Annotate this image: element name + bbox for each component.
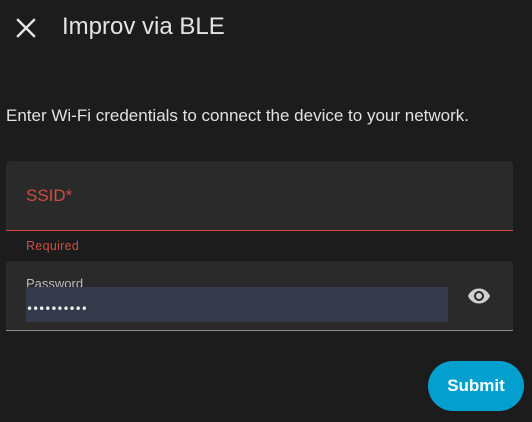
close-button[interactable] <box>10 12 42 44</box>
ssid-field[interactable]: SSID* <box>6 161 513 231</box>
ssid-label: SSID* <box>26 186 73 205</box>
password-input[interactable] <box>26 287 448 322</box>
password-field: Password <box>6 261 513 331</box>
submit-button[interactable]: Submit <box>428 361 524 411</box>
improv-dialog: Improv via BLE Enter Wi-Fi credentials t… <box>0 0 532 422</box>
toggle-password-visibility-button[interactable] <box>465 282 493 310</box>
eye-icon <box>468 288 490 304</box>
dialog-title: Improv via BLE <box>62 13 225 40</box>
dialog-description: Enter Wi-Fi credentials to connect the d… <box>6 106 469 125</box>
ssid-helper-text: Required <box>26 239 80 253</box>
close-icon <box>16 18 36 38</box>
